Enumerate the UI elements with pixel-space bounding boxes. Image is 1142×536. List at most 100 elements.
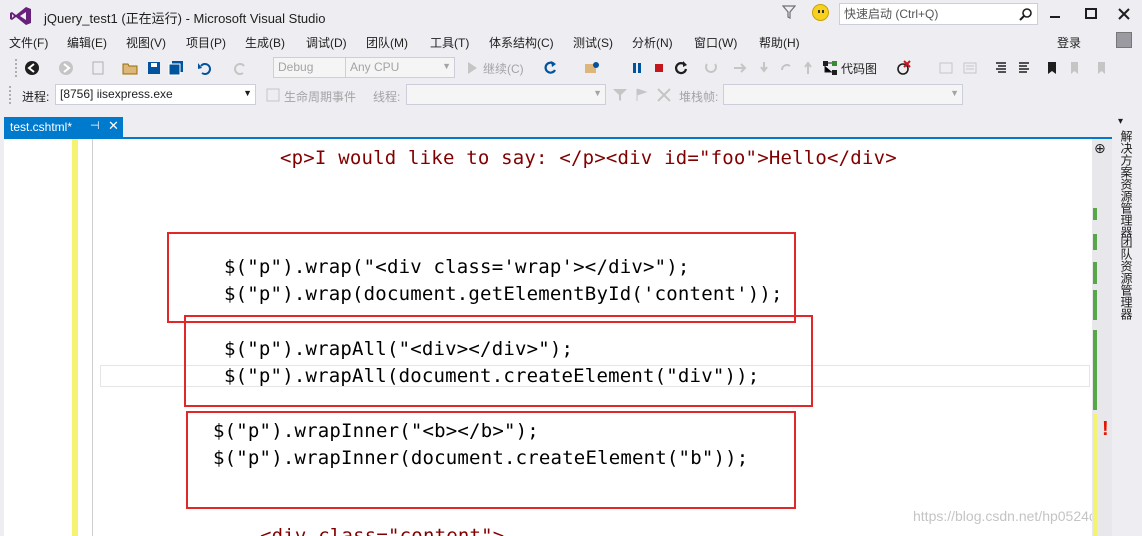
outline-margin [92, 139, 93, 536]
platform-value: Any CPU [350, 60, 400, 74]
code-line-partial-top: ***** [308, 139, 366, 145]
continue-play-icon[interactable] [464, 60, 480, 76]
toolbar-grip[interactable] [8, 85, 12, 105]
feedback-smiley-icon[interactable] [812, 4, 829, 21]
redo-icon[interactable] [232, 60, 248, 76]
uncomment-lines-icon[interactable] [1016, 60, 1032, 76]
chevron-down-icon: ▼ [950, 88, 959, 98]
highlight-box-wrap [167, 232, 796, 323]
scroll-marker [1093, 290, 1097, 320]
toolbar-grip[interactable] [14, 58, 18, 78]
quick-launch-box[interactable] [839, 3, 1038, 25]
comment-lines-icon[interactable] [993, 60, 1009, 76]
split-window-icon[interactable]: ⊕ [1094, 140, 1106, 157]
lifecycle-events-icon[interactable] [265, 87, 281, 103]
code-map-label[interactable]: 代码图 [841, 60, 877, 77]
tab-team-explorer[interactable]: 团队资源管理器 [1118, 236, 1135, 320]
platform-dropdown[interactable]: Any CPU ▼ [345, 57, 455, 78]
scroll-marker [1093, 234, 1097, 250]
open-folder-icon[interactable] [122, 60, 138, 76]
process-label: 进程: [22, 90, 50, 104]
stack-frame-dropdown[interactable]: ▼ [723, 84, 963, 105]
close-icon[interactable] [1113, 4, 1135, 24]
scroll-marker [1093, 330, 1097, 410]
continue-label[interactable]: 继续(C) [483, 60, 524, 77]
stop-icon[interactable] [651, 60, 667, 76]
scroll-marker [1093, 414, 1097, 536]
hide-threads-icon[interactable] [656, 87, 672, 103]
account-icon[interactable] [1116, 32, 1132, 48]
save-icon[interactable] [146, 60, 162, 76]
menu-debug[interactable]: 调试(D) [306, 34, 347, 51]
lifecycle-events-label[interactable]: 生命周期事件 [284, 88, 356, 105]
next-bookmark-icon[interactable] [1094, 60, 1110, 76]
stack-frame-label: 堆栈帧: [679, 90, 719, 104]
process-dropdown[interactable]: [8756] iisexpress.exe ▼ [55, 84, 256, 105]
breakpoint-list-icon[interactable] [938, 60, 954, 76]
thread-label: 线程: [373, 90, 401, 104]
menu-view[interactable]: 视图(V) [126, 34, 166, 51]
minimize-icon[interactable] [1044, 4, 1066, 24]
menu-project[interactable]: 项目(P) [186, 34, 226, 51]
maximize-icon[interactable] [1080, 4, 1102, 24]
menu-test[interactable]: 测试(S) [573, 34, 613, 51]
search-icon[interactable] [1019, 7, 1033, 21]
undo-icon[interactable] [197, 60, 213, 76]
code-map-icon[interactable] [822, 60, 838, 76]
menu-edit[interactable]: 编辑(E) [67, 34, 107, 51]
tab-test-cshtml[interactable]: test.cshtml* ⊣ ✕ [4, 117, 123, 137]
chevron-down-icon: ▼ [593, 88, 602, 98]
new-item-icon[interactable] [90, 60, 106, 76]
refresh-icon[interactable] [542, 60, 558, 76]
filter-threads-icon[interactable] [612, 87, 628, 103]
close-tab-icon[interactable]: ✕ [108, 118, 119, 134]
show-next-statement-icon[interactable] [703, 60, 719, 76]
visual-studio-logo-icon [10, 7, 31, 25]
login-link[interactable]: 登录 [1057, 34, 1081, 51]
menu-help[interactable]: 帮助(H) [759, 34, 800, 51]
step-over-icon[interactable] [732, 60, 748, 76]
code-line-html: <p>I would like to say: </p><div id="foo… [280, 147, 897, 169]
quick-launch-input[interactable] [840, 4, 1010, 24]
step-back-icon[interactable] [800, 60, 816, 76]
scroll-marker [1093, 262, 1097, 284]
error-marker-icon[interactable]: ! [1102, 418, 1109, 441]
back-icon[interactable] [24, 60, 40, 76]
menu-tools[interactable]: 工具(T) [430, 34, 469, 51]
scroll-marker [1093, 208, 1097, 220]
change-tracking-margin [72, 139, 78, 536]
menu-team[interactable]: 团队(M) [366, 34, 408, 51]
pause-icon[interactable] [629, 60, 645, 76]
step-out-icon[interactable] [778, 60, 794, 76]
config-value: Debug [278, 60, 314, 74]
menu-analyze[interactable]: 分析(N) [632, 34, 673, 51]
restart-icon[interactable] [673, 60, 689, 76]
tab-solution-explorer[interactable]: 解决方案资源管理器 [1118, 130, 1135, 238]
flag-icon[interactable] [634, 87, 650, 103]
watermark: https://blog.csdn.net/hp0524chi [913, 508, 1092, 524]
chevron-down-icon: ▼ [243, 88, 252, 98]
menu-window[interactable]: 窗口(W) [694, 34, 737, 51]
code-editor[interactable]: ***** <p>I would like to say: </p><div i… [4, 139, 1092, 536]
browser-link-icon[interactable] [584, 60, 600, 76]
menu-file[interactable]: 文件(F) [9, 34, 48, 51]
menu-bar: 文件(F) 编辑(E) 视图(V) 项目(P) 生成(B) 调试(D) 团队(M… [0, 32, 1142, 52]
bookmark-icon[interactable] [1044, 60, 1060, 76]
code-line-partial-bottom: <div class="content"> [260, 525, 505, 536]
menu-architecture[interactable]: 体系结构(C) [489, 34, 554, 51]
window-title: jQuery_test1 (正在运行) - Microsoft Visual S… [44, 11, 326, 26]
memory-icon[interactable] [962, 60, 978, 76]
menu-build[interactable]: 生成(B) [245, 34, 285, 51]
highlight-box-wrapall [184, 315, 813, 407]
notification-filter-icon[interactable] [782, 5, 796, 19]
pin-icon[interactable]: ⊣ [90, 119, 100, 132]
highlight-box-wrapinner [186, 411, 796, 509]
step-into-icon[interactable] [756, 60, 772, 76]
tab-label: test.cshtml* [10, 120, 73, 134]
panel-dropdown-icon[interactable]: ▾ [1118, 116, 1123, 127]
thread-dropdown[interactable]: ▼ [406, 84, 606, 105]
forward-icon[interactable] [58, 60, 74, 76]
prev-bookmark-icon[interactable] [1065, 60, 1081, 76]
save-all-icon[interactable] [168, 60, 184, 76]
exception-settings-icon[interactable] [896, 60, 912, 76]
